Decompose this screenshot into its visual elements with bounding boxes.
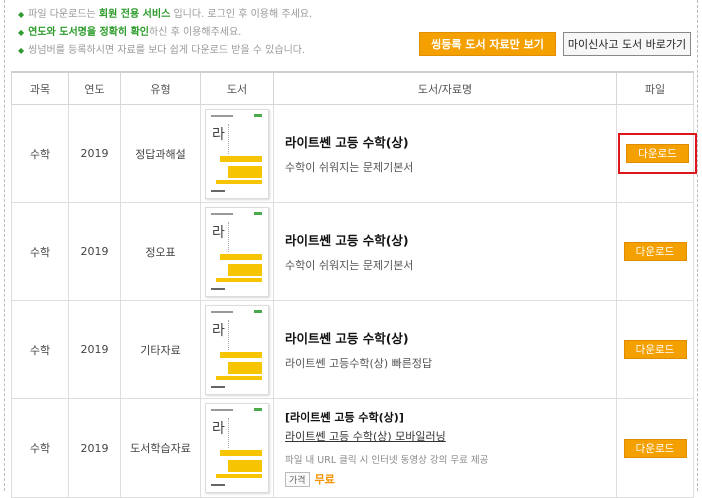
header-type: 유형 — [120, 71, 201, 105]
book-cover-thumbnail[interactable]: 라 — [205, 206, 269, 297]
cell-subject: 수학 — [11, 398, 69, 498]
price-tag: 가격 — [285, 471, 310, 487]
book-cover-thumbnail[interactable]: 라 — [205, 304, 269, 395]
notice-emphasis: 회원 전용 서비스 — [98, 9, 171, 20]
cell-year: 2019 — [68, 300, 121, 399]
cell-type: 기타자료 — [120, 300, 201, 399]
cell-book: 라 — [200, 398, 274, 498]
table-row: 수학 2019 정오표 라 라이트쎈 고등 수학(상) 수학이 쉬워지는 문제기… — [11, 202, 694, 301]
download-button[interactable]: 다운로드 — [623, 438, 687, 458]
bullet-icon: ◆ — [18, 10, 25, 19]
book-subtitle: 수학이 쉬워지는 문제기본서 — [285, 161, 414, 174]
table-row: 수학 2019 기타자료 라 라이트쎈 고등 수학(상) 라이트쎈 고등수학(상… — [11, 300, 694, 399]
notice-item: ◆ 연도와 도서명을 정확히 확인하신 후 이용해주세요. — [18, 24, 312, 42]
cell-file: 다운로드 — [616, 104, 697, 203]
notice-text: 입니다. 로그인 후 이용해 주세요. — [170, 9, 313, 20]
download-button[interactable]: 다운로드 — [623, 242, 687, 261]
header-file: 파일 — [616, 71, 694, 105]
book-title: 라이트쎈 고등 수학(상) — [285, 135, 409, 150]
file-table: 과목 연도 유형 도서 도서/자료명 파일 수학 2019 정답과해설 라 라이… — [11, 71, 697, 498]
bullet-icon: ◆ — [18, 28, 25, 37]
cell-file: 다운로드 — [616, 202, 694, 301]
book-cover-thumbnail[interactable]: 라 — [205, 403, 269, 493]
notice-item: ◆ 파일 다운로드는 회원 전용 서비스 입니다. 로그인 후 이용해 주세요. — [18, 6, 312, 24]
download-button[interactable]: 다운로드 — [623, 340, 687, 359]
cell-subject: 수학 — [11, 300, 69, 399]
book-title: 라이트쎈 고등 수학(상) — [285, 233, 409, 248]
my-books-button[interactable]: 마이신사고 도서 바로가기 — [563, 32, 691, 56]
cell-subject: 수학 — [11, 104, 69, 203]
table-row: 수학 2019 도서학습자료 라 [라이트쎈 고등 수학(상)] 라이트쎈 고등… — [11, 398, 694, 498]
highlight-box: 다운로드 — [618, 133, 697, 174]
registered-only-button[interactable]: 씽등록 도서 자료만 보기 — [419, 32, 556, 56]
cell-title: 라이트쎈 고등 수학(상) 라이트쎈 고등수학(상) 빠른정답 — [273, 300, 617, 399]
notice-text: 파일 다운로드는 — [28, 9, 99, 20]
notice-emphasis: 연도와 도서명을 정확히 확인 — [28, 27, 150, 38]
cell-title: 라이트쎈 고등 수학(상) 수학이 쉬워지는 문제기본서 — [273, 202, 617, 301]
price-value: 무료 — [314, 473, 335, 486]
cell-year: 2019 — [68, 202, 121, 301]
header-year: 연도 — [68, 71, 121, 105]
cell-type: 정오표 — [120, 202, 201, 301]
cell-subject: 수학 — [11, 202, 69, 301]
price-row: 가격 무료 — [285, 471, 615, 487]
cell-title: 라이트쎈 고등 수학(상) 수학이 쉬워지는 문제기본서 — [273, 104, 617, 203]
cell-book: 라 — [200, 202, 274, 301]
notice-text: 씽넘버를 등록하시면 자료를 보다 쉽게 다운로드 받을 수 있습니다. — [28, 45, 306, 56]
header-subject: 과목 — [11, 71, 69, 105]
book-subtitle: 수학이 쉬워지는 문제기본서 — [285, 259, 414, 272]
cell-type: 도서학습자료 — [120, 398, 201, 498]
cell-book: 라 — [200, 300, 274, 399]
cell-year: 2019 — [68, 104, 121, 203]
table-header-row: 과목 연도 유형 도서 도서/자료명 파일 — [11, 71, 694, 105]
cell-file: 다운로드 — [616, 300, 694, 399]
book-cover-thumbnail[interactable]: 라 — [205, 108, 269, 199]
book-title: [라이트쎈 고등 수학(상)] — [285, 411, 404, 424]
book-title: 라이트쎈 고등 수학(상) — [285, 331, 409, 346]
cell-title: [라이트쎈 고등 수학(상)] 라이트쎈 고등 수학(상) 모바일러닝 파일 내… — [273, 398, 617, 498]
notice-item: ◆ 씽넘버를 등록하시면 자료를 보다 쉽게 다운로드 받을 수 있습니다. — [18, 42, 312, 60]
header-book: 도서 — [200, 71, 274, 105]
mobile-learning-link[interactable]: 라이트쎈 고등 수학(상) 모바일러닝 — [285, 428, 615, 444]
cell-type: 정답과해설 — [120, 104, 201, 203]
cell-year: 2019 — [68, 398, 121, 498]
cell-file: 다운로드 — [616, 398, 694, 498]
header-title: 도서/자료명 — [273, 71, 617, 105]
cell-book: 라 — [200, 104, 274, 203]
bullet-icon: ◆ — [18, 46, 25, 55]
notice-text: 하신 후 이용해주세요. — [149, 27, 242, 38]
notice-list: ◆ 파일 다운로드는 회원 전용 서비스 입니다. 로그인 후 이용해 주세요. … — [18, 6, 312, 60]
table-row: 수학 2019 정답과해설 라 라이트쎈 고등 수학(상) 수학이 쉬워지는 문… — [11, 104, 697, 203]
download-button[interactable]: 다운로드 — [626, 144, 689, 163]
book-description: 파일 내 URL 클릭 시 인터넷 동영상 강의 무료 제공 — [285, 455, 489, 466]
book-subtitle: 라이트쎈 고등수학(상) 빠른정답 — [285, 357, 433, 370]
